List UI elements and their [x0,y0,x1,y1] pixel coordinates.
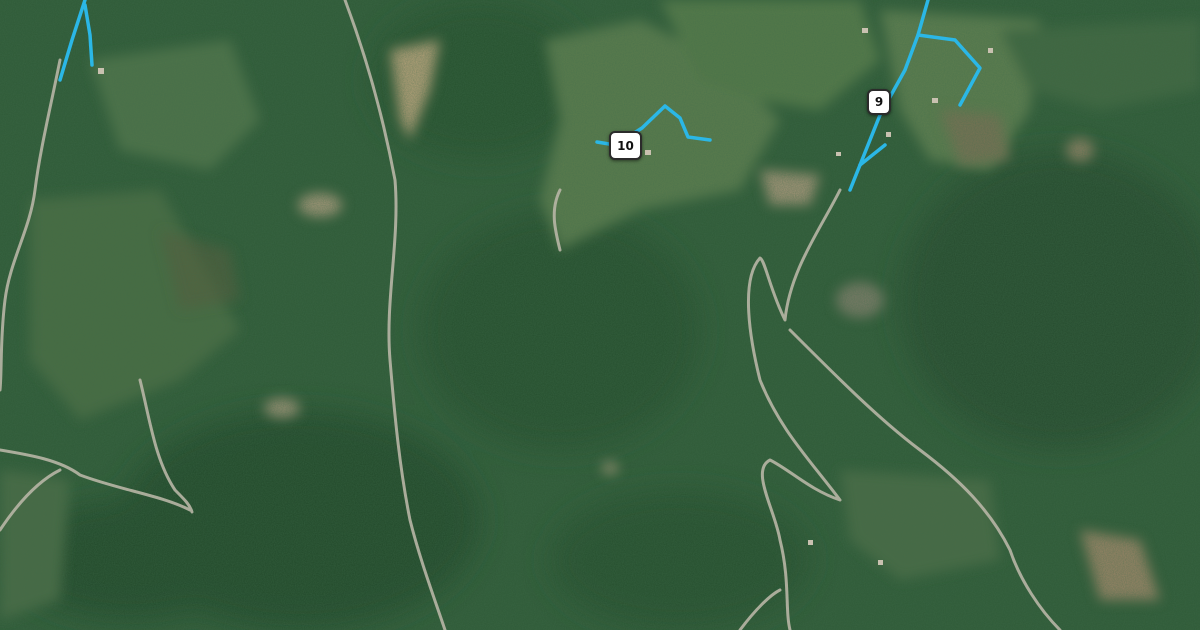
satellite-imagery [0,0,1200,630]
terrain-texture [0,0,1200,630]
route-marker-10[interactable]: 10 [609,131,642,160]
route-marker-9[interactable]: 9 [867,89,891,115]
satellite-map[interactable]: 9 10 [0,0,1200,630]
